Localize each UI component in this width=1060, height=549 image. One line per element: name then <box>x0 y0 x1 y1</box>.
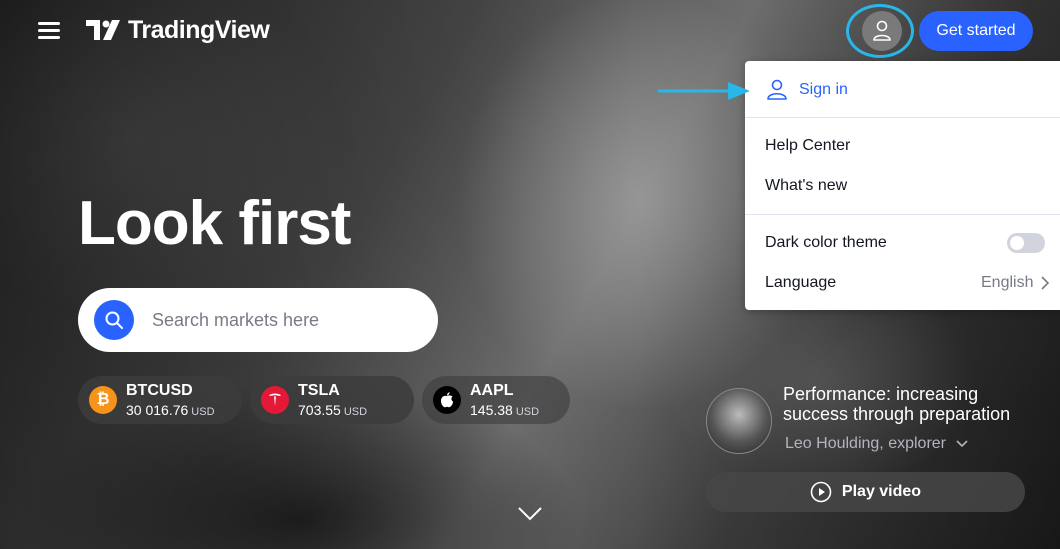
tesla-icon <box>261 386 289 414</box>
get-started-button[interactable]: Get started <box>919 11 1033 51</box>
ticker-currency: USD <box>191 405 215 418</box>
logo-text: TradingView <box>128 16 270 44</box>
ticker-symbol: AAPL <box>470 382 514 399</box>
scroll-down-chevron-icon[interactable] <box>518 506 542 522</box>
bitcoin-icon: ₿ <box>89 386 117 414</box>
ticker-currency: USD <box>343 405 368 418</box>
menu-icon[interactable] <box>38 22 60 40</box>
whats-new-menu-item[interactable]: What's new <box>765 177 847 195</box>
author-avatar <box>706 388 772 454</box>
language-value: English <box>981 274 1034 291</box>
dark-theme-toggle[interactable] <box>1007 233 1045 253</box>
author-name: Leo Houlding, explorer <box>785 435 946 452</box>
user-icon <box>873 20 891 41</box>
sign-in-menu-item[interactable]: Sign in <box>765 79 848 101</box>
play-video-label: Play video <box>841 483 922 500</box>
user-menu-button[interactable] <box>862 11 902 51</box>
language-selector[interactable]: English <box>981 274 1050 292</box>
search-input[interactable] <box>150 308 404 332</box>
user-icon <box>767 79 787 100</box>
ticker-symbol: BTCUSD <box>126 382 193 399</box>
language-menu-item[interactable]: Language <box>765 274 836 292</box>
author-selector[interactable]: Leo Houlding, explorer <box>785 435 968 453</box>
divider <box>745 117 1060 118</box>
ticker-price: 30 016.76 <box>126 401 189 418</box>
ticker-symbol: TSLA <box>298 382 340 399</box>
search-button[interactable] <box>94 300 134 340</box>
ticker-aapl[interactable]: AAPL 145.38 USD <box>422 376 570 424</box>
tradingview-logo-icon <box>86 19 120 40</box>
ticker-btcusd[interactable]: ₿ BTCUSD 30 016.76 USD <box>78 376 242 424</box>
chevron-right-icon <box>1041 276 1050 290</box>
logo[interactable]: TradingView <box>86 16 270 45</box>
market-search-bar[interactable] <box>78 288 438 352</box>
chevron-down-icon <box>956 440 968 448</box>
ticker-tsla[interactable]: TSLA 703.55 USD <box>250 376 414 424</box>
play-video-button[interactable]: Play video <box>706 472 1025 512</box>
pointer-arrow-icon <box>658 82 750 100</box>
divider <box>745 214 1060 215</box>
ticker-price: 145.38 <box>470 401 513 418</box>
video-title: Performance: increasing success through … <box>783 384 1011 424</box>
ticker-currency: USD <box>515 405 540 418</box>
search-icon <box>105 311 123 329</box>
sign-in-label: Sign in <box>799 81 848 98</box>
hero-headline: Look first <box>78 189 351 258</box>
help-center-menu-item[interactable]: Help Center <box>765 137 850 155</box>
user-dropdown-menu: Sign in Help Center What's new Dark colo… <box>745 61 1060 310</box>
dark-theme-label: Dark color theme <box>765 234 887 251</box>
play-icon <box>810 481 832 503</box>
ticker-price: 703.55 <box>298 401 341 418</box>
apple-icon <box>433 386 461 414</box>
